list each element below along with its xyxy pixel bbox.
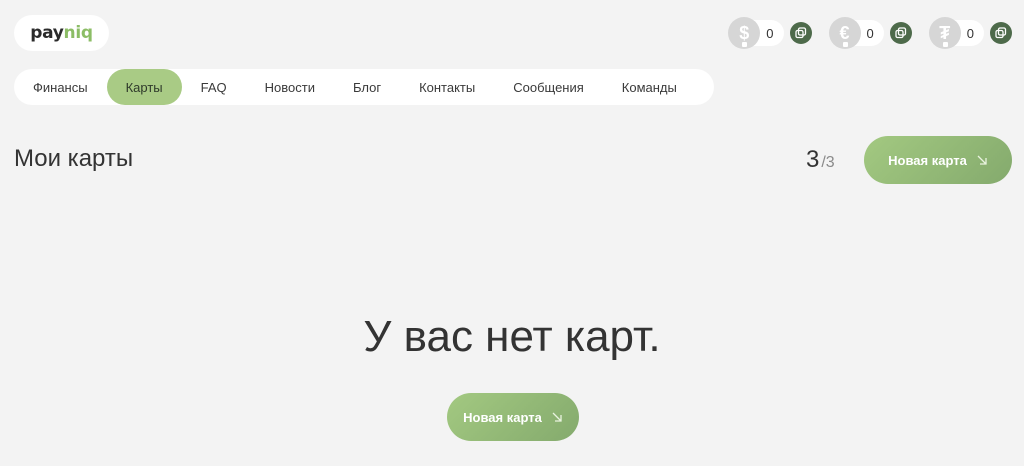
copy-icon[interactable] bbox=[789, 22, 812, 44]
copy-icon[interactable] bbox=[889, 22, 912, 44]
payniq-logo[interactable]: pay niq bbox=[14, 15, 109, 51]
cards-limit: /3 bbox=[821, 154, 835, 171]
arrow-down-right-icon bbox=[552, 412, 562, 422]
nav-item-finance[interactable]: Финансы bbox=[14, 69, 107, 105]
logo-text-niq: niq bbox=[63, 23, 94, 43]
wallet-balances: $ 0 € 0 ₮ 0 bbox=[728, 17, 1012, 49]
wallet-usd: $ 0 bbox=[728, 17, 812, 49]
new-card-button[interactable]: Новая карта bbox=[864, 136, 1012, 184]
page-title: Мои карты bbox=[14, 145, 134, 172]
wallet-eur: € 0 bbox=[828, 17, 912, 49]
new-card-label: Новая карта bbox=[888, 152, 967, 168]
main-nav: Финансы Карты FAQ Новости Блог Контакты … bbox=[14, 69, 714, 105]
new-card-label: Новая карта bbox=[463, 409, 542, 425]
empty-state-message: У вас нет карт. bbox=[363, 312, 661, 361]
nav-item-blog[interactable]: Блог bbox=[334, 69, 400, 105]
nav-item-contacts[interactable]: Контакты bbox=[400, 69, 494, 105]
tether-icon: ₮ bbox=[928, 17, 961, 49]
arrow-down-right-icon bbox=[977, 155, 987, 165]
nav-item-messages[interactable]: Сообщения bbox=[494, 69, 603, 105]
logo-text-pay: pay bbox=[30, 23, 64, 43]
cards-counter: 3/3 bbox=[806, 146, 835, 174]
nav-item-teams[interactable]: Команды bbox=[603, 69, 696, 105]
empty-new-card-button[interactable]: Новая карта bbox=[447, 393, 579, 441]
nav-item-faq[interactable]: FAQ bbox=[182, 69, 246, 105]
nav-item-cards[interactable]: Карты bbox=[106, 69, 182, 105]
cards-count: 3 bbox=[806, 146, 820, 173]
copy-icon[interactable] bbox=[990, 22, 1012, 44]
nav-item-news[interactable]: Новости bbox=[246, 69, 334, 105]
wallet-usdt: ₮ 0 bbox=[928, 17, 1012, 49]
euro-icon: € bbox=[828, 17, 861, 49]
